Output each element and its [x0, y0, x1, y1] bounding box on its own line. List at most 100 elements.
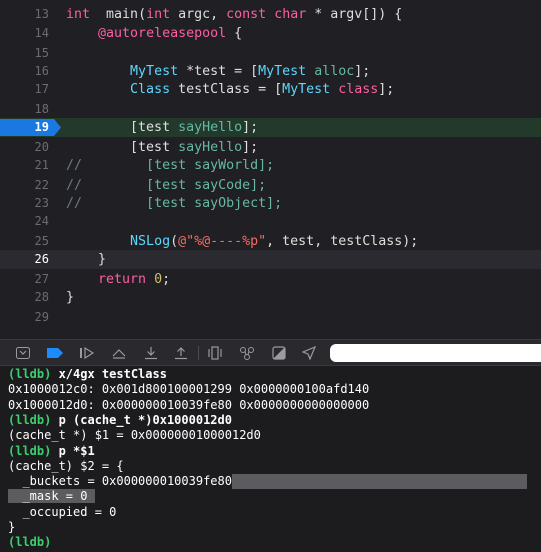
- code-token: argc,: [170, 7, 227, 22]
- code-token: sayHello: [178, 120, 243, 135]
- code-token: [test sayCode];: [146, 178, 267, 193]
- memory-graph-icon[interactable]: [238, 345, 256, 361]
- code-line[interactable]: 24: [0, 212, 541, 231]
- step-out-icon[interactable]: [172, 345, 190, 361]
- redacted-process-selector: [330, 344, 541, 362]
- line-number: 21: [34, 158, 49, 172]
- code-token: @"%@----%p": [178, 234, 267, 249]
- console-text: }: [8, 520, 16, 534]
- continue-icon[interactable]: [78, 345, 96, 361]
- code-line[interactable]: 23 // [test sayObject];: [0, 194, 541, 213]
- code-line[interactable]: 27 return 0;: [0, 270, 541, 289]
- code-token: const: [226, 7, 267, 22]
- line-number: 28: [34, 290, 49, 304]
- code-token: [test sayWorld];: [146, 158, 275, 173]
- code-line[interactable]: 13 int main(int argc, const char * argv[]…: [0, 5, 541, 24]
- line-number: 20: [34, 140, 49, 154]
- code-text: return 0;: [66, 270, 170, 289]
- code-token: ];: [242, 140, 259, 155]
- code-text: // [test sayWorld];: [66, 156, 274, 175]
- code-line[interactable]: 29: [0, 308, 541, 327]
- code-token: * argv[]) {: [306, 7, 403, 22]
- toolbar-divider: [198, 346, 199, 360]
- step-into-icon[interactable]: [142, 345, 160, 361]
- code-line[interactable]: 15: [0, 44, 541, 63]
- console-line: (lldb): [8, 535, 51, 550]
- console-text: _mask = 0: [8, 489, 96, 504]
- console-text: x/4gx testClass: [51, 367, 167, 381]
- console-line: (cache_t *) $1 = 0x00000001000012d0: [8, 428, 261, 443]
- console-text: 0x1000012d0: 0x000000010039fe80 0x000000…: [8, 397, 370, 412]
- line-number: 27: [34, 272, 49, 286]
- code-line[interactable]: 16 MyTest *test = [MyTest alloc];: [0, 62, 541, 81]
- code-line[interactable]: 25 NSLog(@"%@----%p", test, testClass);: [0, 232, 541, 251]
- code-token: [test: [66, 120, 179, 135]
- console-line: (lldb) x/4gx testClass: [8, 367, 167, 382]
- code-token: Class: [130, 82, 171, 97]
- code-token: NSLog: [130, 234, 171, 249]
- code-token: sayHello: [178, 140, 243, 155]
- code-token: int: [66, 7, 91, 22]
- line-number: 16: [34, 64, 49, 78]
- simulate-location-icon[interactable]: [300, 345, 318, 361]
- line-number: 13: [34, 7, 49, 21]
- console-line: (lldb) p *$1: [8, 444, 95, 459]
- console-text: 0x1000012c0: 0x001d800100001299 0x000000…: [8, 382, 370, 397]
- line-number: 26: [34, 252, 49, 266]
- code-token: int: [146, 7, 171, 22]
- breakpoint-marker[interactable]: 19: [0, 118, 61, 137]
- code-token: return: [98, 272, 147, 287]
- line-number: 15: [34, 46, 49, 60]
- code-token: ;: [162, 272, 171, 287]
- source-editor[interactable]: 13 int main(int argc, const char * argv[]…: [0, 0, 541, 339]
- environment-overrides-icon[interactable]: [270, 345, 288, 361]
- line-number: 22: [34, 178, 49, 192]
- console-text: (cache_t *) $1 = 0x00000001000012d0: [8, 428, 261, 443]
- code-token: 0: [154, 272, 163, 287]
- console-line: _mask = 0: [8, 489, 96, 504]
- code-token: //: [66, 178, 83, 193]
- code-line[interactable]: 22 // [test sayCode];: [0, 176, 541, 195]
- step-over-icon[interactable]: [110, 345, 128, 361]
- code-text: [test sayHello];: [66, 138, 258, 157]
- code-token: [test sayObject];: [146, 196, 283, 211]
- code-text: MyTest *test = [MyTest alloc];: [66, 62, 370, 81]
- console-line: (cache_t) $2 = {: [8, 459, 124, 474]
- code-line[interactable]: 26 }: [0, 250, 541, 269]
- lldb-prompt: (lldb): [8, 367, 52, 381]
- code-line[interactable]: 18: [0, 100, 541, 119]
- code-token: main(: [90, 7, 147, 22]
- code-token: char: [274, 7, 307, 22]
- console-line: (lldb) p (cache_t *)0x1000012d0: [8, 413, 232, 428]
- debug-view-hierarchy-icon[interactable]: [206, 345, 224, 361]
- code-token: }: [66, 290, 75, 305]
- hide-console-icon[interactable]: [14, 345, 32, 361]
- line-number: 19: [34, 120, 49, 134]
- code-line[interactable]: 21 // [test sayWorld];: [0, 156, 541, 175]
- code-text: [test sayHello];: [66, 118, 258, 137]
- code-line[interactable]: 14 @autoreleasepool {: [0, 24, 541, 43]
- code-token: MyTest: [282, 82, 331, 97]
- line-number: 24: [34, 214, 49, 228]
- lldb-console[interactable]: (lldb) x/4gx testClass 0x1000012c0: 0x001…: [0, 366, 541, 552]
- lldb-prompt: (lldb): [8, 535, 52, 550]
- console-line: _occupied = 0: [8, 505, 116, 520]
- code-line[interactable]: 20 [test sayHello];: [0, 138, 541, 157]
- code-line[interactable]: 28}: [0, 288, 541, 307]
- selection-highlight: [231, 474, 527, 490]
- code-line[interactable]: 19 [test sayHello];: [0, 118, 541, 137]
- line-number: 29: [34, 310, 49, 324]
- breakpoints-toggle-icon[interactable]: [46, 345, 64, 361]
- code-text: }: [66, 288, 74, 307]
- code-token: class: [338, 82, 379, 97]
- console-text: _buckets = 0x000000010039fe80: [8, 474, 232, 489]
- code-line[interactable]: 17 Class testClass = [MyTest class];: [0, 80, 541, 99]
- code-token: testClass = [: [170, 82, 283, 97]
- code-token: ];: [242, 120, 259, 135]
